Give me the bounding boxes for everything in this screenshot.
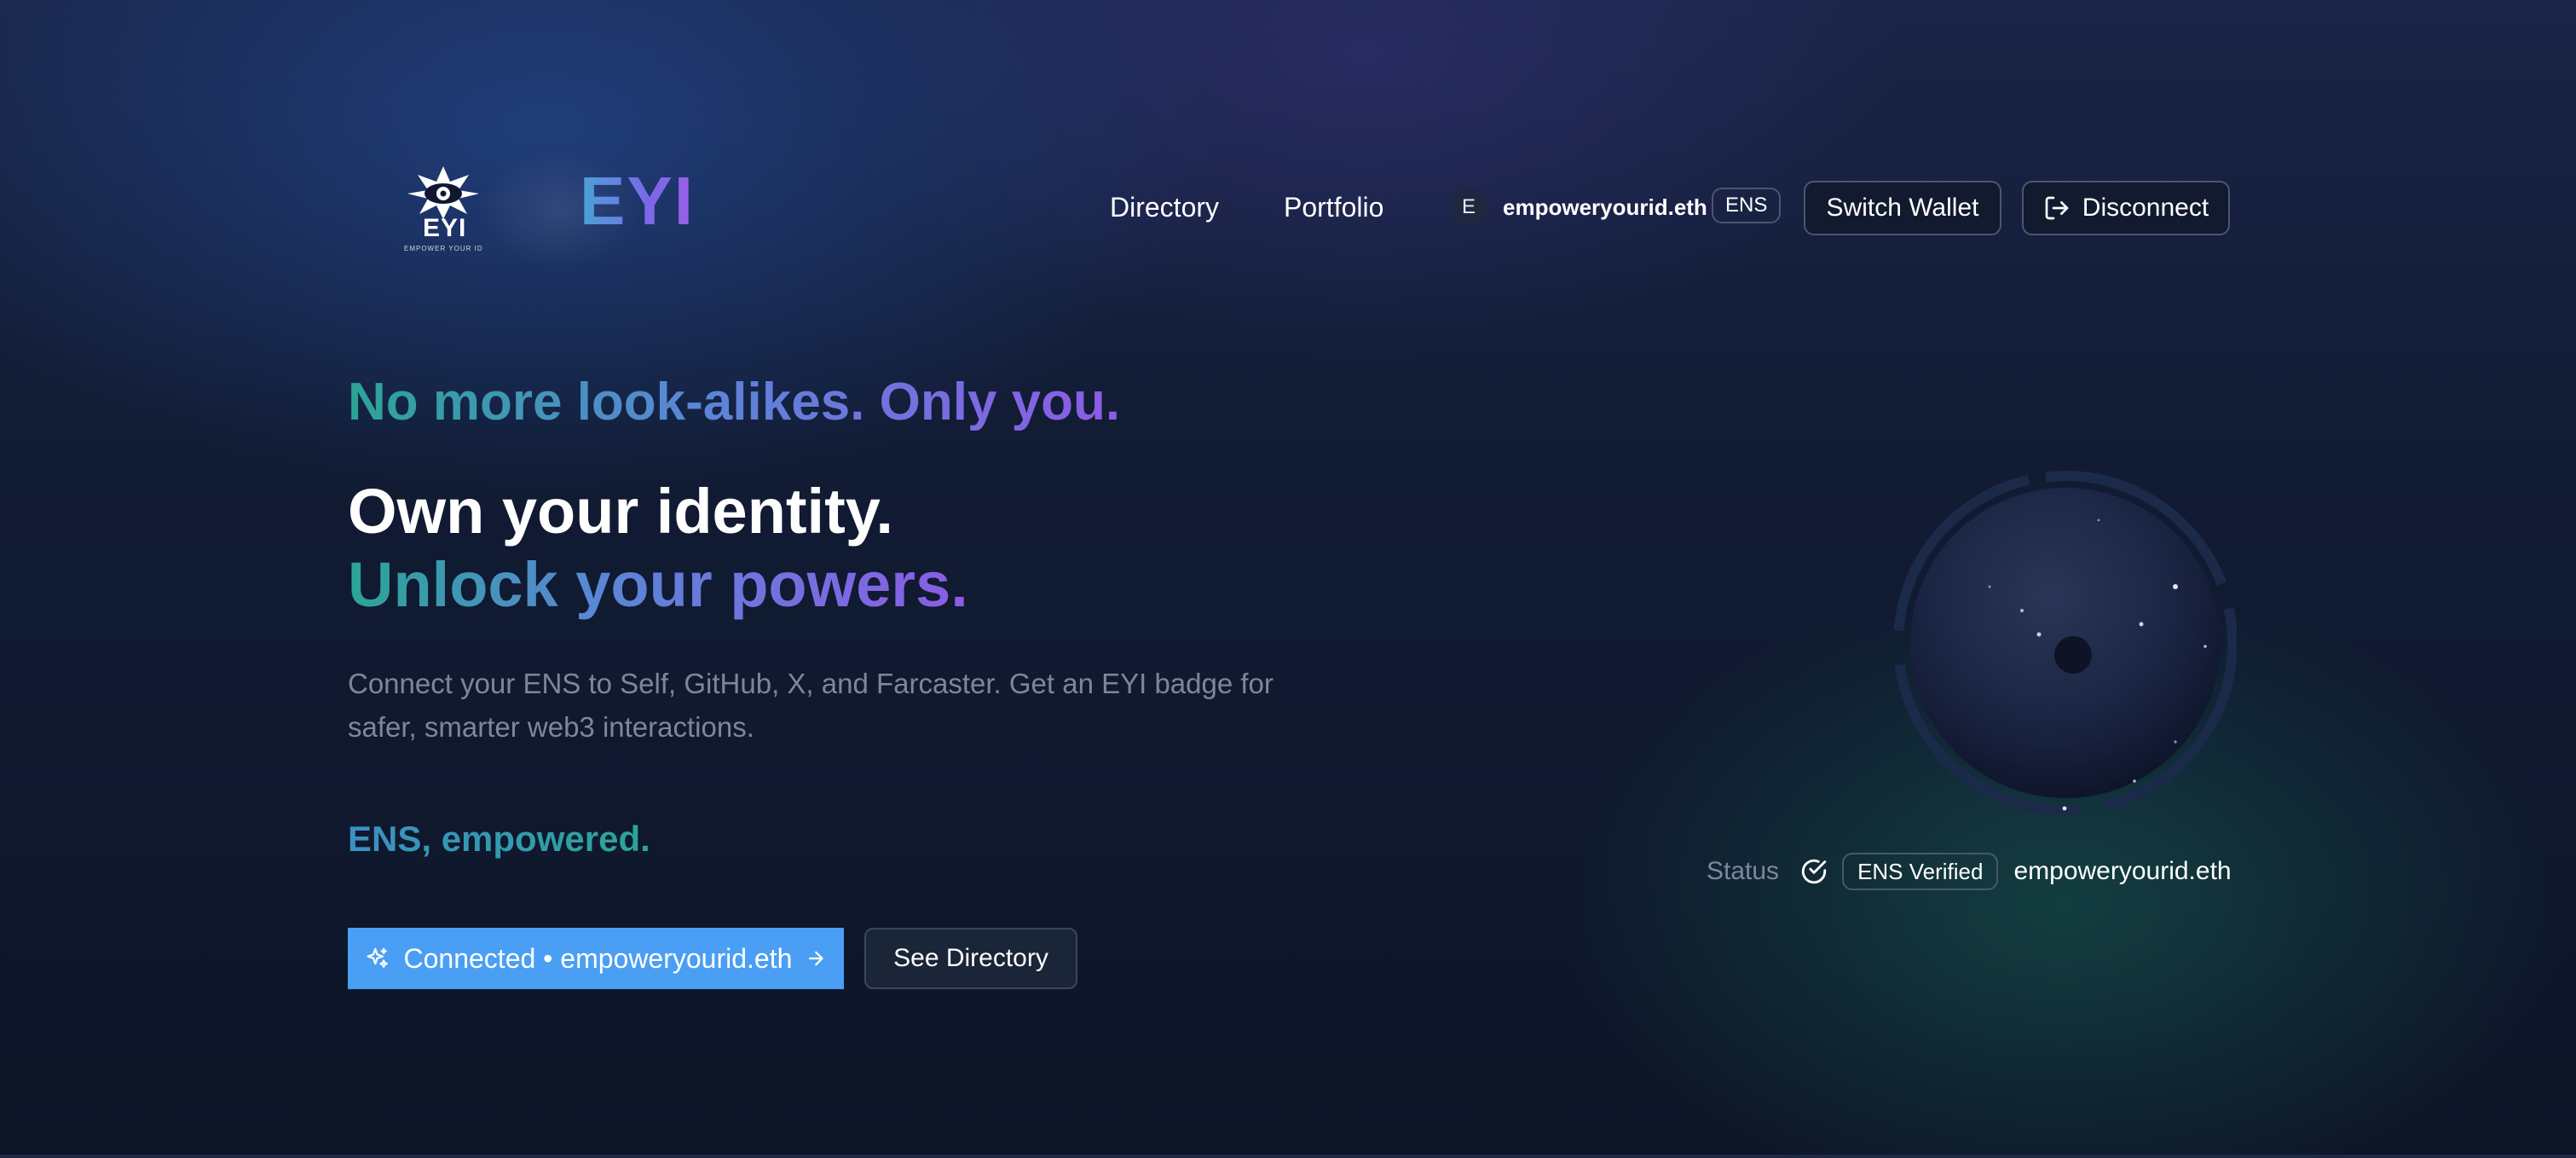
hero-headline-line1: Own your identity. [348,476,893,547]
wallet-name: empoweryourid.eth [1503,194,1707,220]
logo-wordmark: EYI [580,163,695,239]
status-label: Status [1707,857,1780,885]
see-directory-button[interactable]: See Directory [864,928,1077,989]
logo-mark: EYI EMPOWER YOUR ID [401,163,486,257]
connected-button-label: Connected • empoweryourid.eth [403,942,793,974]
switch-wallet-button[interactable]: Switch Wallet [1804,181,2001,235]
disconnect-label: Disconnect [2082,194,2209,222]
status-row: Status ENS Verified empoweryourid.eth [1707,853,2232,890]
nav-directory[interactable]: Directory [1110,189,1219,225]
hero-description: Connect your ENS to Self, GitHub, X, and… [348,668,1274,743]
ens-verified-badge: ENS Verified [1842,853,1999,890]
disconnect-button[interactable]: Disconnect [2022,181,2230,235]
ens-badge: ENS [1712,188,1782,223]
arrow-right-icon [809,951,824,966]
identity-orb [1893,467,2238,819]
logo-mark-text: EYI [423,214,467,242]
hero-sub-tagline: ENS, empowered. [348,815,650,863]
logout-icon [2045,196,2069,220]
logo-mark-tagline: EMPOWER YOUR ID [404,245,483,252]
hero-tagline: No more look-alikes. Only you. [348,368,1120,437]
logo[interactable]: EYI EMPOWER YOUR ID EYI [401,150,693,269]
bottom-divider [0,1155,2576,1158]
landing-page: EYI EMPOWER YOUR ID EYI Directory Portfo… [0,0,2576,1158]
wallet-avatar: E [1449,188,1488,227]
connected-button[interactable]: Connected • empoweryourid.eth [348,928,844,989]
check-circle-icon [1801,859,1827,884]
status-ens-name: empoweryourid.eth [2013,857,2232,885]
sparkles-icon [367,947,388,968]
orb-graphic [1893,471,2238,815]
hero-headline-line2: Unlock your powers. [348,547,968,622]
nav-portfolio[interactable]: Portfolio [1284,189,1383,225]
